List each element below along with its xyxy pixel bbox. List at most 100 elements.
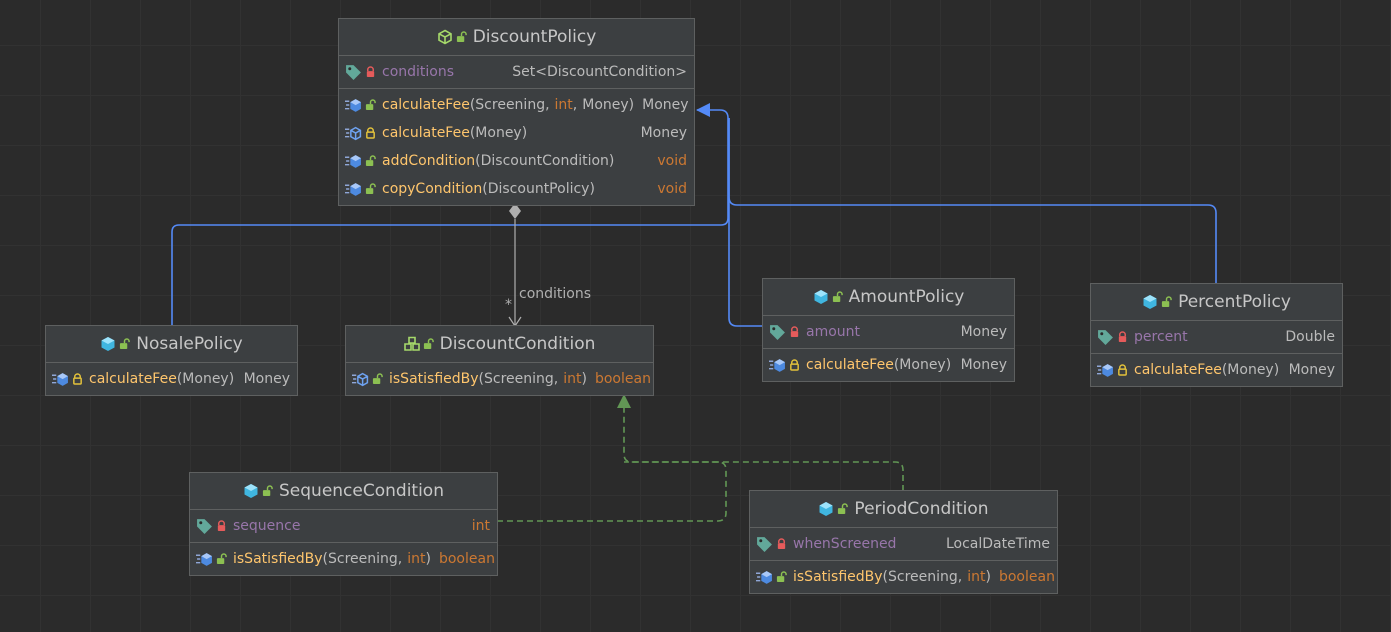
param-type: Money [899, 357, 946, 373]
method-row[interactable]: isSatisfiedBy(Screening, int) boolean [346, 365, 653, 393]
class-name: PeriodCondition [854, 499, 989, 519]
field-row[interactable]: amount Money [763, 318, 1014, 346]
public-visibility-icon [365, 155, 376, 167]
field-icon [1097, 329, 1114, 346]
method-section: calculateFee(Money) Money [1091, 354, 1342, 386]
field-section: conditions Set<DiscountCondition> [339, 56, 694, 89]
method-name: isSatisfiedBy [233, 551, 323, 567]
class-node-nosale-policy[interactable]: NosalePolicy calculateFee(Money) Money [45, 325, 298, 396]
class-node-sequence-condition[interactable]: SequenceCondition sequence int isSatisfiedB… [189, 472, 498, 576]
public-visibility-icon [837, 503, 849, 515]
field-icons [1097, 329, 1134, 346]
class-header: SequenceCondition [190, 473, 497, 510]
class-node-discount-policy[interactable]: DiscountPolicy conditions Set<DiscountCond… [338, 18, 695, 206]
field-row[interactable]: conditions Set<DiscountCondition> [339, 58, 694, 86]
method-icons [756, 569, 793, 586]
class-icon [818, 501, 849, 517]
field-section: percent Double [1091, 321, 1342, 354]
public-visibility-icon [776, 571, 787, 583]
field-type: Set<DiscountCondition> [512, 64, 687, 80]
edge-sequence-realizes [497, 394, 727, 522]
abstract-method-icon [345, 125, 362, 142]
field-row[interactable]: sequence int [190, 512, 497, 540]
method-row[interactable]: calculateFee(Money) Money [1091, 356, 1342, 384]
method-icons [196, 551, 233, 568]
return-type: Money [1288, 362, 1335, 378]
public-visibility-icon [365, 99, 376, 111]
method-section: isSatisfiedBy(Screening, int) boolean [346, 363, 653, 395]
field-icons [196, 518, 233, 535]
method-row[interactable]: isSatisfiedBy(Screening, int) boolean [750, 563, 1057, 591]
public-visibility-icon [216, 553, 227, 565]
interface-node-discount-condition[interactable]: DiscountCondition isSatisfiedBy(Screening… [345, 325, 654, 396]
return-type: Money [960, 357, 1007, 373]
method-icon [1097, 362, 1114, 379]
field-row[interactable]: percent Double [1091, 323, 1342, 351]
field-name: sequence [233, 518, 301, 534]
field-name: percent [1134, 329, 1188, 345]
paren-close: ) [228, 371, 235, 387]
public-visibility-icon [423, 338, 434, 350]
class-header: PercentPolicy [1091, 284, 1342, 321]
class-icon [813, 289, 843, 305]
field-type: Money [960, 324, 1007, 340]
method-name: calculateFee [382, 125, 470, 141]
field-type: LocalDateTime [945, 536, 1050, 552]
class-name: DiscountCondition [439, 334, 596, 354]
param-type: Screening [475, 97, 546, 113]
protected-visibility-icon [789, 359, 800, 371]
field-row[interactable]: whenScreened LocalDateTime [750, 530, 1057, 558]
field-icons [345, 64, 382, 81]
return-type: boolean [594, 371, 651, 387]
method-name: isSatisfiedBy [389, 371, 479, 387]
method-icons [1097, 362, 1134, 379]
method-row[interactable]: calculateFee(Money) Money [339, 119, 694, 147]
method-name: calculateFee [806, 357, 894, 373]
method-name: isSatisfiedBy [793, 569, 883, 585]
class-node-period-condition[interactable]: PeriodCondition whenScreened LocalDateTime… [749, 490, 1058, 594]
method-row[interactable]: copyCondition(DiscountPolicy) void [339, 175, 694, 203]
private-visibility-icon [789, 326, 800, 338]
class-node-amount-policy[interactable]: AmountPolicy amount Money calculateFee(Mone… [762, 278, 1015, 382]
field-icon [756, 536, 773, 553]
class-icon [100, 336, 131, 352]
method-row[interactable]: calculateFee(Screening, int, Money) Money [339, 91, 694, 119]
method-icons [352, 371, 389, 388]
param-type: int [563, 371, 582, 387]
method-icon [52, 371, 69, 388]
field-name: conditions [382, 64, 455, 80]
field-name: amount [806, 324, 861, 340]
return-type: void [657, 181, 687, 197]
param-separator: , [572, 97, 578, 113]
class-node-percent-policy[interactable]: PercentPolicy percent Double calculateFee(M… [1090, 283, 1343, 387]
method-row[interactable]: addCondition(DiscountCondition) void [339, 147, 694, 175]
aggregation-multiplicity-label: * [505, 297, 512, 313]
param-separator: , [545, 97, 550, 113]
param-type: Money [1227, 362, 1274, 378]
method-icon [769, 357, 786, 374]
param-type: int [967, 569, 986, 585]
param-type: DiscountCondition [480, 153, 609, 169]
class-header: NosalePolicy [46, 326, 297, 363]
public-visibility-icon [456, 31, 467, 43]
method-icons [52, 371, 89, 388]
method-icon [345, 97, 362, 114]
class-header: DiscountCondition [346, 326, 653, 363]
param-type: Screening [328, 551, 398, 567]
protected-visibility-icon [365, 127, 376, 139]
method-row[interactable]: calculateFee(Money) Money [763, 351, 1014, 379]
method-row[interactable]: isSatisfiedBy(Screening, int) boolean [190, 545, 497, 573]
class-name: SequenceCondition [279, 481, 444, 501]
method-section: isSatisfiedBy(Screening, int) boolean [190, 543, 497, 575]
method-row[interactable]: calculateFee(Money) Money [46, 365, 297, 393]
public-visibility-icon [365, 183, 376, 195]
field-section: whenScreened LocalDateTime [750, 528, 1057, 561]
method-name: addCondition [382, 153, 476, 169]
param-type: int [554, 97, 573, 113]
field-name: whenScreened [793, 536, 897, 552]
class-name: NosalePolicy [136, 334, 243, 354]
return-type: Money [642, 97, 689, 113]
param-separator: , [957, 569, 963, 585]
method-icons [769, 357, 806, 374]
method-name: calculateFee [89, 371, 177, 387]
